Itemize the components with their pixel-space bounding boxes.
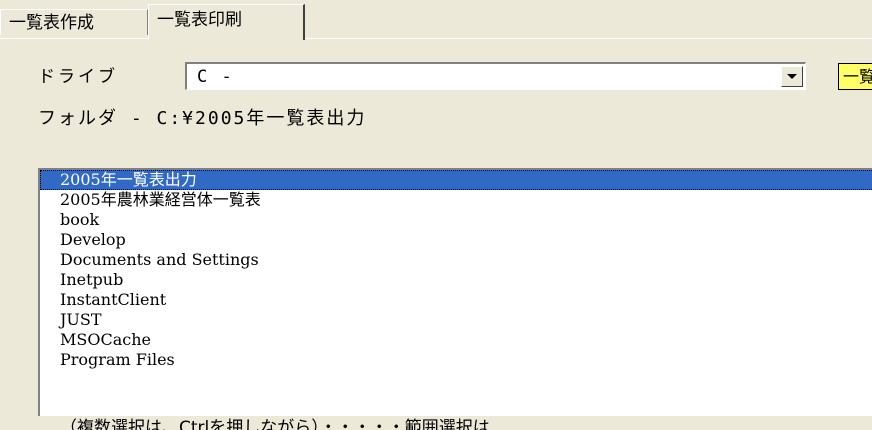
list-item[interactable]: Develop	[40, 230, 872, 250]
list-item[interactable]: JUST	[40, 310, 872, 330]
folder-listbox[interactable]: 2005年一覧表出力 2005年農林業経営体一覧表 book Develop D…	[38, 168, 872, 416]
folder-path-label: フォルダ - C:¥2005年一覧表出力	[38, 108, 367, 129]
list-item[interactable]: Inetpub	[40, 270, 872, 290]
list-button[interactable]: 一覧	[838, 63, 872, 90]
list-item[interactable]: 2005年一覧表出力	[40, 170, 872, 190]
drive-select[interactable]: C -	[185, 62, 806, 90]
drive-select-value: C -	[197, 67, 234, 87]
list-item[interactable]: InstantClient	[40, 290, 872, 310]
instruction-text: （複数選択は、Ctrlを押しながら）・・・・・範囲選択は	[60, 418, 490, 430]
list-item[interactable]: Documents and Settings	[40, 250, 872, 270]
tab-print-list[interactable]: 一覧表印刷	[148, 4, 305, 40]
tab-bar-divider	[0, 38, 872, 39]
tab-create-list[interactable]: 一覧表作成	[0, 9, 148, 35]
chevron-down-icon	[787, 74, 797, 79]
drive-dropdown-button[interactable]	[781, 66, 803, 87]
list-item[interactable]: 2005年農林業経営体一覧表	[40, 190, 872, 210]
list-item[interactable]: Program Files	[40, 350, 872, 370]
list-item[interactable]: MSOCache	[40, 330, 872, 350]
list-item[interactable]: book	[40, 210, 872, 230]
drive-label: ドライブ	[38, 67, 118, 87]
